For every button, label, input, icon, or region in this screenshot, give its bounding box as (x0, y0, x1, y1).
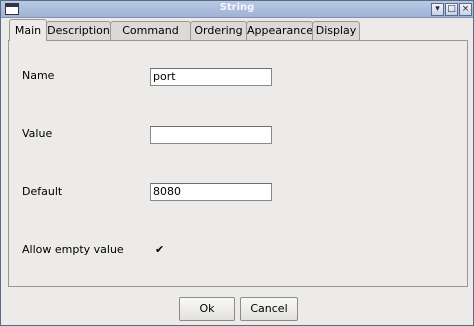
minimize-icon[interactable]: ▾ (431, 3, 444, 16)
dialog-window: String ▾ □ × Main Description Command li… (0, 0, 474, 326)
tab-appearance[interactable]: Appearance (246, 21, 313, 40)
ok-button[interactable]: Ok (179, 297, 235, 321)
tab-description[interactable]: Description (46, 21, 111, 40)
tab-ordering[interactable]: Ordering (190, 21, 247, 40)
name-field[interactable]: port (150, 68, 272, 86)
cancel-button[interactable]: Cancel (240, 297, 298, 321)
allow-empty-label: Allow empty value (22, 243, 124, 256)
title-bar[interactable]: String ▾ □ × (1, 1, 473, 18)
default-field[interactable]: 8080 (150, 183, 272, 201)
tab-main[interactable]: Main (9, 19, 47, 41)
default-label: Default (22, 185, 63, 198)
value-field[interactable] (150, 126, 272, 144)
window-title: String (219, 2, 255, 13)
allow-empty-checkbox[interactable]: ✔ (155, 244, 164, 255)
tab-display[interactable]: Display (312, 21, 360, 40)
close-icon[interactable]: × (459, 3, 472, 16)
maximize-icon[interactable]: □ (445, 3, 458, 16)
name-label: Name (22, 69, 55, 82)
tab-command-line[interactable]: Command line (110, 21, 191, 55)
value-label: Value (22, 127, 53, 140)
